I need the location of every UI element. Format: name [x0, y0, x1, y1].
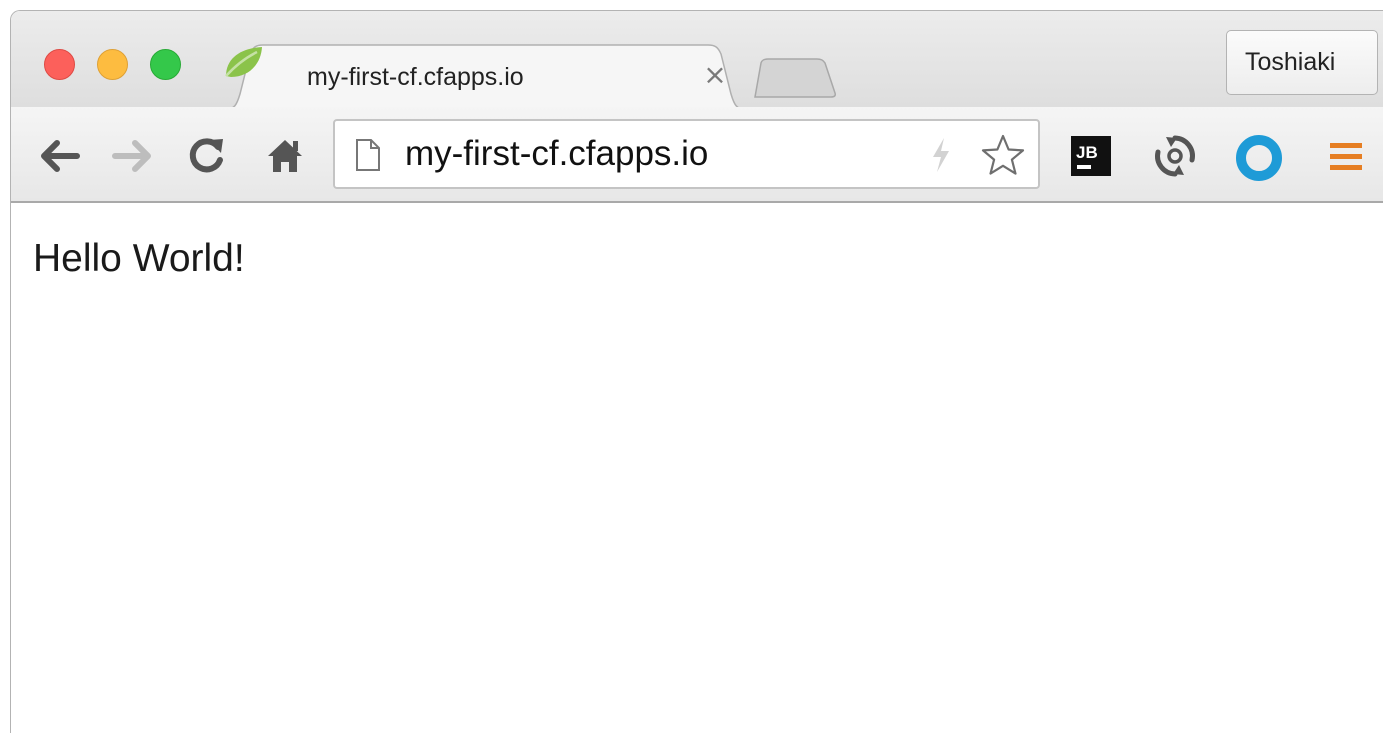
jetbrains-ide-support-icon[interactable]: JB	[1069, 134, 1113, 178]
maximize-window-button[interactable]	[150, 49, 181, 80]
home-icon[interactable]	[265, 135, 305, 175]
hamburger-menu-icon[interactable]	[1328, 140, 1364, 174]
navigation-toolbar: my-first-cf.cfapps.io JB	[11, 107, 1383, 203]
close-window-button[interactable]	[44, 49, 75, 80]
bookmark-star-icon[interactable]	[980, 133, 1026, 177]
profile-button[interactable]: Toshiaki	[1226, 30, 1378, 95]
tab-title: my-first-cf.cfapps.io	[307, 63, 524, 91]
back-arrow-icon[interactable]	[39, 139, 81, 173]
blue-circle-extension-icon[interactable]	[1235, 134, 1283, 182]
tab-close-icon[interactable]: ×	[700, 60, 730, 90]
forward-arrow-icon[interactable]	[111, 139, 153, 173]
url-text[interactable]: my-first-cf.cfapps.io	[405, 134, 708, 174]
page-body-text: Hello World!	[33, 237, 245, 280]
tab-strip: my-first-cf.cfapps.io × Toshiaki	[11, 11, 1383, 110]
page-icon	[356, 139, 380, 171]
reload-icon[interactable]	[187, 135, 227, 175]
active-tab[interactable]: my-first-cf.cfapps.io ×	[223, 44, 748, 110]
minimize-window-button[interactable]	[97, 49, 128, 80]
svg-text:JB: JB	[1076, 143, 1098, 162]
lightning-icon[interactable]	[929, 137, 953, 173]
new-tab-button[interactable]	[747, 57, 839, 99]
browser-window: my-first-cf.cfapps.io × Toshiaki my-firs…	[10, 10, 1383, 733]
address-bar[interactable]: my-first-cf.cfapps.io	[333, 119, 1040, 189]
sync-icon[interactable]	[1152, 133, 1198, 179]
page-content: Hello World!	[11, 203, 1383, 733]
spring-leaf-icon	[225, 47, 262, 77]
